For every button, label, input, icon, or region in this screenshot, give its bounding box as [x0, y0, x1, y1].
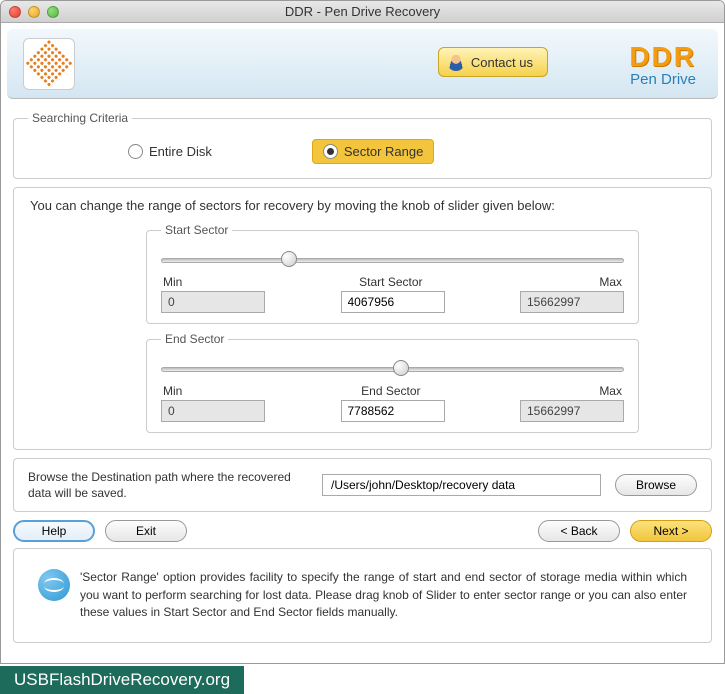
contact-us-label: Contact us [471, 55, 533, 70]
person-icon [447, 53, 465, 71]
end-sector-legend: End Sector [161, 332, 228, 346]
start-sector-legend: Start Sector [161, 223, 232, 237]
radio-entire-disk-label: Entire Disk [149, 144, 212, 159]
max-label: Max [599, 275, 622, 289]
brand-sub: Pen Drive [629, 71, 696, 88]
start-sector-fieldset: Start Sector Min Start Sector Max [146, 223, 639, 324]
brand-block: DDR Pen Drive [629, 41, 696, 88]
radio-icon [323, 144, 338, 159]
start-min-field [161, 291, 265, 313]
end-slider-knob[interactable] [393, 360, 409, 376]
titlebar: DDR - Pen Drive Recovery [1, 1, 724, 23]
browse-button[interactable]: Browse [615, 474, 697, 496]
start-slider-knob[interactable] [281, 251, 297, 267]
footer-badge: USBFlashDriveRecovery.org [0, 666, 244, 694]
start-sector-field[interactable] [341, 291, 445, 313]
searching-criteria-fieldset: Searching Criteria Entire Disk Sector Ra… [13, 111, 712, 179]
searching-criteria-legend: Searching Criteria [28, 111, 132, 125]
back-button[interactable]: < Back [538, 520, 620, 542]
exit-button[interactable]: Exit [105, 520, 187, 542]
end-sector-field[interactable] [341, 400, 445, 422]
radio-sector-range-label: Sector Range [344, 144, 424, 159]
mid-label: End Sector [361, 384, 420, 398]
min-label: Min [163, 384, 182, 398]
criteria-row: Entire Disk Sector Range [28, 135, 697, 168]
hint-fieldset: 'Sector Range' option provides facility … [13, 548, 712, 642]
app-window: DDR - Pen Drive Recovery Contact us DDR … [0, 0, 725, 664]
end-max-field [520, 400, 624, 422]
next-button[interactable]: Next > [630, 520, 712, 542]
help-button[interactable]: Help [13, 520, 95, 542]
min-label: Min [163, 275, 182, 289]
header-banner: Contact us DDR Pen Drive [7, 29, 718, 99]
end-sector-fieldset: End Sector Min End Sector Max [146, 332, 639, 433]
radio-icon [128, 144, 143, 159]
destination-row: Browse the Destination path where the re… [28, 469, 697, 501]
sector-range-fieldset: You can change the range of sectors for … [13, 187, 712, 450]
hint-box: 'Sector Range' option provides facility … [28, 559, 697, 631]
start-sector-slider[interactable] [161, 251, 624, 269]
destination-path-field[interactable] [322, 474, 601, 496]
destination-prompt: Browse the Destination path where the re… [28, 469, 308, 501]
brand-name: DDR [629, 41, 696, 73]
app-logo [23, 38, 75, 90]
start-sector-inputs [161, 291, 624, 313]
hint-text: 'Sector Range' option provides facility … [80, 569, 687, 621]
start-max-field [520, 291, 624, 313]
logo-pattern-icon [24, 38, 75, 89]
info-bubble-icon [38, 569, 70, 601]
button-row: Help Exit < Back Next > [13, 520, 712, 542]
end-min-field [161, 400, 265, 422]
radio-entire-disk[interactable]: Entire Disk [128, 144, 212, 159]
contact-us-button[interactable]: Contact us [438, 47, 548, 77]
slider-bar [161, 258, 624, 263]
radio-sector-range[interactable]: Sector Range [312, 139, 435, 164]
sector-info-text: You can change the range of sectors for … [26, 196, 699, 215]
main-content: Searching Criteria Entire Disk Sector Ra… [1, 105, 724, 663]
destination-fieldset: Browse the Destination path where the re… [13, 458, 712, 512]
end-sector-slider[interactable] [161, 360, 624, 378]
end-sector-inputs [161, 400, 624, 422]
mid-label: Start Sector [359, 275, 422, 289]
window-title: DDR - Pen Drive Recovery [1, 4, 724, 19]
end-sector-labels: Min End Sector Max [161, 384, 624, 398]
start-sector-labels: Min Start Sector Max [161, 275, 624, 289]
max-label: Max [599, 384, 622, 398]
